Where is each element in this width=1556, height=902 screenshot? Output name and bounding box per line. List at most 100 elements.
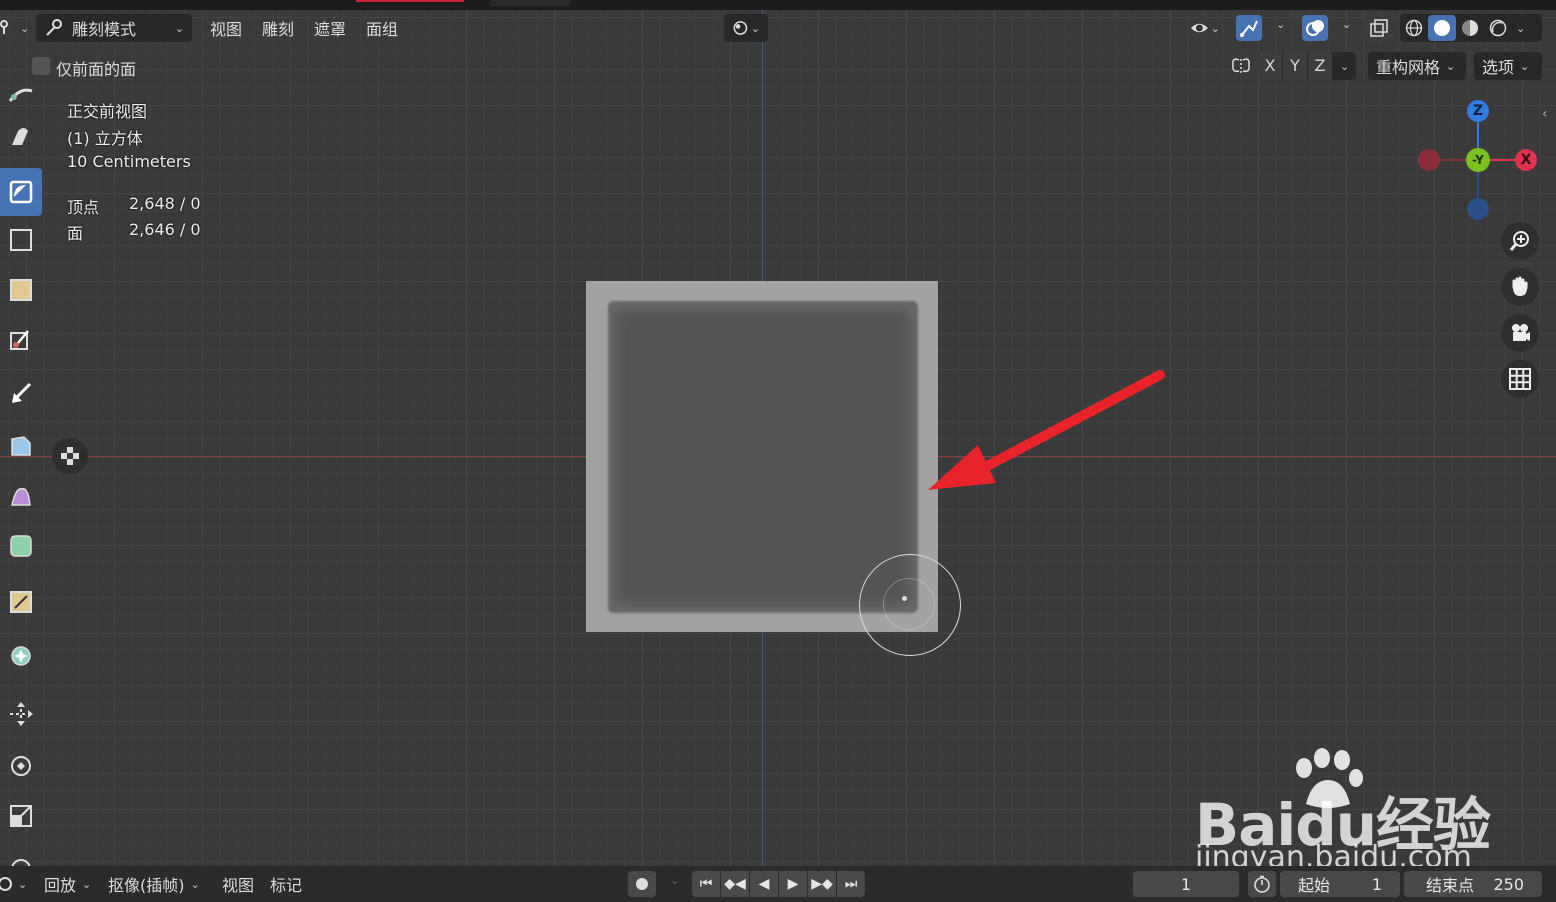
zoom-button[interactable] <box>1501 222 1539 260</box>
rotate-icon <box>11 756 31 776</box>
solid-sphere-icon <box>1434 20 1450 36</box>
timeline-header: ⌄ 回放 ⌄ 抠像(插帧) ⌄ 视图 标记 ⌄ ⏮ ◆◀ ◀ ▶ ▶◆ ⏭ 1 <box>0 866 1556 902</box>
wireframe-shading-button[interactable] <box>1400 15 1428 41</box>
tool-clay[interactable] <box>0 112 42 160</box>
pan-button[interactable] <box>1501 268 1539 306</box>
eye-icon <box>1190 23 1208 33</box>
tool-smooth[interactable] <box>0 168 42 216</box>
menu-sculpt[interactable]: 雕刻 <box>252 14 304 42</box>
cube-inset-face <box>608 301 918 613</box>
gizmo-neg-x-axis[interactable] <box>1418 149 1440 171</box>
solid-shading-button[interactable] <box>1428 15 1456 41</box>
chevron-down-icon: ⌄ <box>20 21 30 35</box>
jump-end-button[interactable]: ⏭ <box>837 871 865 897</box>
brush-texture-button[interactable] <box>52 438 88 474</box>
sidebar-toggle-icon[interactable]: ‹ <box>1542 106 1548 122</box>
gizmo-z-axis[interactable]: Z <box>1467 100 1489 122</box>
prev-keyframe-button[interactable]: ◆◀ <box>721 871 749 897</box>
tool-scale[interactable] <box>0 792 42 840</box>
zoom-icon <box>1509 231 1529 251</box>
blender-window: 正交前视图 (1) 立方体 10 Centimeters 顶点 2,648 / … <box>0 0 1556 902</box>
chevron-down-icon[interactable]: ⌄ <box>1342 18 1351 31</box>
chevron-down-icon[interactable]: ⌄ <box>670 874 679 887</box>
tool-snake-hook[interactable] <box>0 316 42 364</box>
chevron-down-icon: ⌄ <box>82 877 92 891</box>
chevron-down-icon[interactable]: ⌄ <box>1516 22 1525 35</box>
shading-mode-group: ⌄ <box>1400 14 1542 42</box>
mirror-z-toggle[interactable]: Z <box>1308 52 1332 80</box>
tool-grab[interactable] <box>0 422 42 470</box>
mode-selector[interactable]: 雕刻模式 ⌄ <box>36 14 192 42</box>
end-frame-field[interactable]: 结束点 250 <box>1404 871 1542 897</box>
start-frame-field[interactable]: 起始 1 <box>1280 871 1400 897</box>
tool-box-mask[interactable] <box>0 578 42 626</box>
tool-move[interactable] <box>0 690 42 738</box>
mirror-y-toggle[interactable]: Y <box>1283 52 1307 80</box>
chevron-down-icon[interactable]: ⌄ <box>1276 18 1285 31</box>
overlays-toggle-button[interactable] <box>1302 15 1328 41</box>
stopwatch-icon <box>1254 875 1270 893</box>
tool-flatten[interactable] <box>0 216 42 264</box>
menu-face-sets[interactable]: 面组 <box>356 14 408 42</box>
tool-draw[interactable] <box>0 70 42 118</box>
brush-inner-circle <box>883 578 935 630</box>
menu-view[interactable]: 视图 <box>200 14 252 42</box>
tool-mask[interactable] <box>0 472 42 520</box>
xray-toggle-button[interactable] <box>1366 15 1392 41</box>
next-keyframe-icon: ▶◆ <box>811 876 833 892</box>
box-annotate-icon <box>10 591 32 613</box>
workspace-tab[interactable] <box>490 0 570 6</box>
jump-start-button[interactable]: ⏮ <box>692 871 720 897</box>
editor-type-button[interactable]: ⌄ <box>0 14 30 42</box>
start-label: 起始 <box>1298 876 1331 895</box>
mode-label: 雕刻模式 <box>72 20 137 39</box>
3d-viewport[interactable]: 正交前视图 (1) 立方体 10 Centimeters 顶点 2,648 / … <box>0 10 1556 875</box>
current-frame-field[interactable]: 1 <box>1133 871 1239 897</box>
timeline-editor-type-button[interactable]: ⌄ <box>0 875 30 893</box>
tool-rotate[interactable] <box>0 742 42 790</box>
active-workspace-indicator <box>356 0 464 2</box>
mirror-x-toggle[interactable]: X <box>1258 52 1282 80</box>
visibility-button[interactable]: ⌄ <box>1182 14 1228 42</box>
orientation-icon <box>733 21 748 35</box>
playback-label: 回放 <box>44 876 77 895</box>
gizmo-neg-y-axis[interactable]: -Y <box>1466 148 1490 172</box>
symmetry-icon[interactable] <box>1230 55 1252 77</box>
marker-menu[interactable]: 标记 <box>262 871 310 897</box>
remesh-button[interactable]: 重构网格 ⌄ <box>1368 52 1466 80</box>
view-name-text: 正交前视图 <box>67 102 148 121</box>
chevron-down-icon[interactable]: ⌄ <box>1340 60 1349 73</box>
scale-icon <box>10 805 32 827</box>
gizmo-x-axis[interactable]: X <box>1515 149 1537 171</box>
preview-range-button[interactable] <box>1248 871 1276 897</box>
gizmo-neg-z-axis[interactable] <box>1467 198 1489 220</box>
viewport-header: ⌄ 雕刻模式 ⌄ 视图 雕刻 遮罩 面组 ⌄ ⌄ ⌄ ⌄ ⌄ <box>0 10 1556 46</box>
playback-menu[interactable]: 回放 ⌄ <box>36 871 100 897</box>
front-faces-only-label: 仅前面的面 <box>56 60 137 79</box>
timeline-view-menu[interactable]: 视图 <box>214 871 262 897</box>
checker-icon <box>61 447 79 465</box>
butterfly-icon <box>1232 58 1250 73</box>
tool-fill[interactable] <box>0 266 42 314</box>
menu-mask[interactable]: 遮罩 <box>304 14 356 42</box>
chevron-down-icon: ⌄ <box>750 21 760 35</box>
camera-view-button[interactable] <box>1501 314 1539 352</box>
gizmo-toggle-button[interactable] <box>1236 15 1262 41</box>
tool-shelf <box>0 70 42 877</box>
options-button[interactable]: 选项 ⌄ <box>1474 52 1542 80</box>
rendered-shading-button[interactable] <box>1484 15 1512 41</box>
clock-icon <box>0 877 12 891</box>
tool-draw-face-sets[interactable] <box>0 522 42 570</box>
ortho-toggle-button[interactable] <box>1501 360 1539 398</box>
auto-keying-button[interactable] <box>628 871 656 897</box>
next-keyframe-button[interactable]: ▶◆ <box>808 871 836 897</box>
transform-orientation-button[interactable]: ⌄ <box>724 14 768 42</box>
chevron-down-icon: ⌄ <box>174 21 184 35</box>
material-shading-button[interactable] <box>1456 15 1484 41</box>
tool-mesh-filter[interactable] <box>0 632 42 680</box>
play-reverse-button[interactable]: ◀ <box>750 871 778 897</box>
tool-pinch[interactable] <box>0 370 42 418</box>
gizmo-icon <box>1240 20 1258 37</box>
keying-menu[interactable]: 抠像(插帧) ⌄ <box>100 871 214 897</box>
play-button[interactable]: ▶ <box>779 871 807 897</box>
